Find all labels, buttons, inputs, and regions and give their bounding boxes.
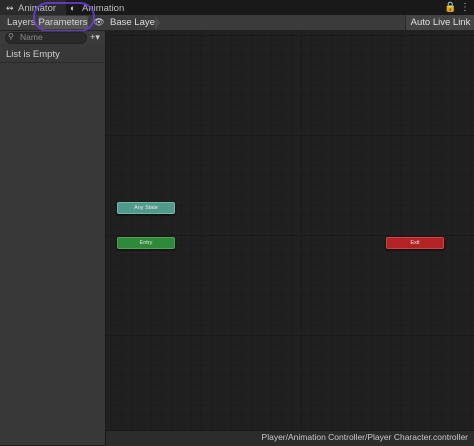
- any-state-node[interactable]: Any State: [117, 202, 175, 214]
- breadcrumb-arrow-icon: [155, 16, 160, 30]
- controller-path: Player/Animation Controller/Player Chara…: [261, 432, 468, 442]
- search-icon: ⚲: [8, 32, 14, 41]
- list-empty-label: List is Empty: [6, 49, 60, 60]
- layers-tab[interactable]: Layers: [7, 15, 36, 30]
- state-machine-graph[interactable]: [106, 31, 474, 430]
- highlight-annotation: [33, 2, 95, 32]
- exit-node[interactable]: Exit: [386, 237, 444, 249]
- auto-live-link-button[interactable]: Auto Live Link: [405, 15, 474, 30]
- parameters-panel: [0, 31, 106, 445]
- add-parameter-button[interactable]: +▾: [86, 31, 104, 43]
- more-options-icon[interactable]: ⋮: [460, 2, 470, 13]
- search-placeholder: Name: [20, 32, 43, 42]
- parameters-search-input[interactable]: [5, 32, 87, 44]
- lock-icon[interactable]: 🔒: [444, 2, 456, 13]
- entry-node[interactable]: Entry: [117, 237, 175, 249]
- divider: [0, 62, 105, 63]
- animator-icon: ↭: [6, 3, 14, 13]
